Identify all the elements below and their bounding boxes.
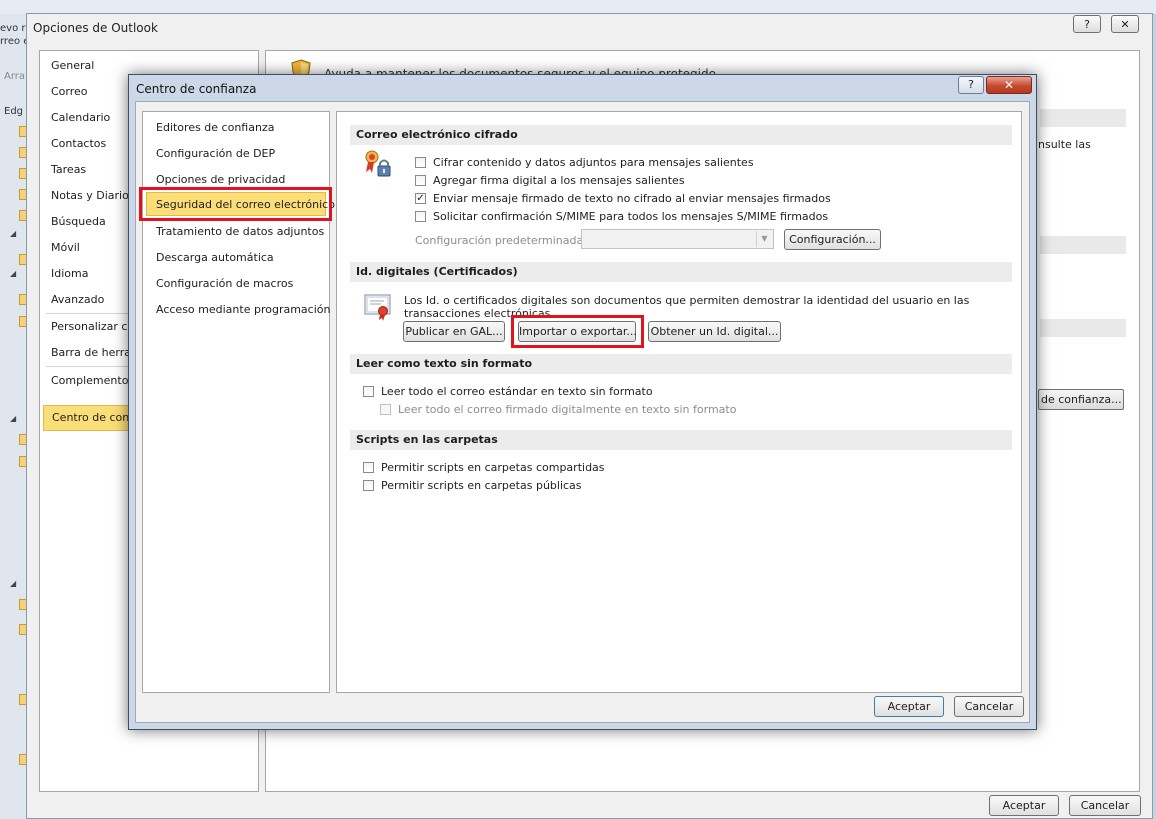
highlight-box [511, 315, 644, 348]
close-button[interactable]: ✕ [1111, 15, 1139, 33]
checkbox-checked[interactable]: ✓ [415, 192, 426, 204]
background-label: Edg [4, 106, 24, 117]
nav-item-advanced[interactable]: Avanzado [51, 293, 104, 306]
nav-item-mobile[interactable]: Móvil [51, 241, 80, 254]
dialog-body: Editores de confianza Configuración de D… [135, 101, 1030, 723]
option-label: Enviar mensaje firmado de texto no cifra… [433, 191, 831, 205]
options-cancel-button[interactable]: Cancelar [1069, 795, 1141, 816]
section-header-encrypted-email: Correo electrónico cifrado [350, 125, 1012, 145]
send-clear-text-signed-option[interactable]: ✓ Enviar mensaje firmado de texto no cif… [415, 190, 831, 206]
chevron-down-icon[interactable]: ▼ [756, 231, 772, 247]
option-label: Permitir scripts en carpetas compartidas [381, 460, 605, 474]
section-header [1040, 236, 1126, 254]
digital-ids-description: Los Id. o certificados digitales son doc… [404, 294, 970, 320]
background-label: evo r [0, 23, 26, 34]
section-header-digital-ids: Id. digitales (Certificados) [350, 262, 1012, 282]
nav-item-calendar[interactable]: Calendario [51, 111, 110, 124]
option-label: Solicitar confirmación S/MIME para todos… [433, 209, 829, 223]
dialog-title: Centro de confianza [136, 82, 257, 96]
trust-center-nav: Editores de confianza Configuración de D… [139, 111, 335, 693]
background-navigation-pane: evo r rreo e Arra Edg ◢ ◢ ◢ ◢ [0, 14, 29, 819]
option-label: Permitir scripts en carpetas públicas [381, 478, 582, 492]
default-setting-label: Configuración predeterminada: [415, 234, 587, 247]
option-label: Agregar firma digital a los mensajes sal… [433, 173, 685, 187]
cancel-button[interactable]: Cancelar [954, 696, 1024, 717]
expand-icon: ◢ [10, 229, 17, 238]
nav-item-attachment-handling[interactable]: Tratamiento de datos adjuntos [156, 225, 324, 238]
help-button[interactable]: ? [958, 76, 984, 94]
option-label: Cifrar contenido y datos adjuntos para m… [433, 155, 754, 169]
read-all-plain-text-option[interactable]: Leer todo el correo estándar en texto si… [363, 383, 653, 399]
allow-scripts-shared-option[interactable]: Permitir scripts en carpetas compartidas [363, 459, 605, 475]
nav-item-programmatic-access[interactable]: Acceso mediante programación [156, 303, 330, 316]
nav-item-label: Centro de confi [52, 411, 137, 424]
nav-item-general[interactable]: General [51, 59, 94, 72]
nav-item-trusted-publishers[interactable]: Editores de confianza [156, 121, 274, 134]
section-header-plain-text: Leer como texto sin formato [350, 354, 1012, 374]
expand-icon: ◢ [10, 579, 17, 588]
encrypt-contents-option[interactable]: Cifrar contenido y datos adjuntos para m… [415, 154, 754, 170]
section-header [1040, 109, 1126, 127]
nav-item-search[interactable]: Búsqueda [51, 215, 106, 228]
nav-item-notes[interactable]: Notas y Diario [51, 189, 129, 202]
checkbox[interactable] [415, 174, 426, 186]
nav-item-contacts[interactable]: Contactos [51, 137, 106, 150]
get-digital-id-button[interactable]: Obtener un Id. digital... [648, 321, 781, 342]
trust-center-settings-button[interactable]: de confianza... [1038, 389, 1124, 410]
expand-icon: ◢ [10, 269, 17, 278]
checkbox[interactable] [363, 479, 374, 491]
trust-center-dialog: Centro de confianza ? ✕ Editores de conf… [128, 74, 1037, 730]
section-header [1040, 319, 1126, 337]
certificate-icon [364, 294, 391, 321]
checkbox[interactable] [415, 210, 426, 222]
default-setting-select[interactable]: ▼ [581, 229, 774, 249]
checkbox[interactable] [363, 385, 374, 397]
nav-item-language[interactable]: Idioma [51, 267, 88, 280]
nav-item-macro-settings[interactable]: Configuración de macros [156, 277, 293, 290]
nav-item-privacy-options[interactable]: Opciones de privacidad [156, 173, 285, 186]
nav-item-tasks[interactable]: Tareas [51, 163, 86, 176]
body-text: nsulte las [1038, 138, 1091, 151]
nav-item-addins[interactable]: Complementos [51, 374, 134, 387]
request-smime-receipt-option[interactable]: Solicitar confirmación S/MIME para todos… [415, 208, 828, 224]
option-label: Leer todo el correo estándar en texto si… [381, 384, 653, 398]
email-security-panel: Correo electrónico cifrado Cifrar conten… [336, 111, 1022, 693]
highlight-box [139, 187, 332, 221]
encryption-ribbon-lock-icon [365, 150, 391, 177]
window-title: Opciones de Outlook [33, 21, 158, 35]
checkbox[interactable] [363, 461, 374, 473]
ok-button[interactable]: Aceptar [874, 696, 944, 717]
publish-to-gal-button[interactable]: Publicar en GAL... [403, 321, 505, 342]
background-label: Arra [4, 71, 26, 82]
section-header-scripts: Scripts en las carpetas [350, 430, 1012, 450]
settings-button[interactable]: Configuración... [784, 229, 881, 250]
checkbox[interactable] [415, 156, 426, 168]
expand-icon: ◢ [10, 414, 17, 423]
option-label: Leer todo el correo firmado digitalmente… [398, 402, 737, 416]
nav-item-automatic-download[interactable]: Descarga automática [156, 251, 274, 264]
read-signed-plain-text-option: Leer todo el correo firmado digitalmente… [380, 401, 736, 417]
checkbox-disabled [380, 403, 391, 415]
options-ok-button[interactable]: Aceptar [989, 795, 1059, 816]
close-button[interactable]: ✕ [986, 76, 1032, 94]
nav-item-customize-ribbon[interactable]: Personalizar cin [51, 320, 137, 333]
allow-scripts-public-option[interactable]: Permitir scripts en carpetas públicas [363, 477, 582, 493]
nav-item-mail[interactable]: Correo [51, 85, 88, 98]
nav-item-dep-settings[interactable]: Configuración de DEP [156, 147, 275, 160]
help-button[interactable]: ? [1073, 15, 1101, 33]
add-digital-signature-option[interactable]: Agregar firma digital a los mensajes sal… [415, 172, 685, 188]
